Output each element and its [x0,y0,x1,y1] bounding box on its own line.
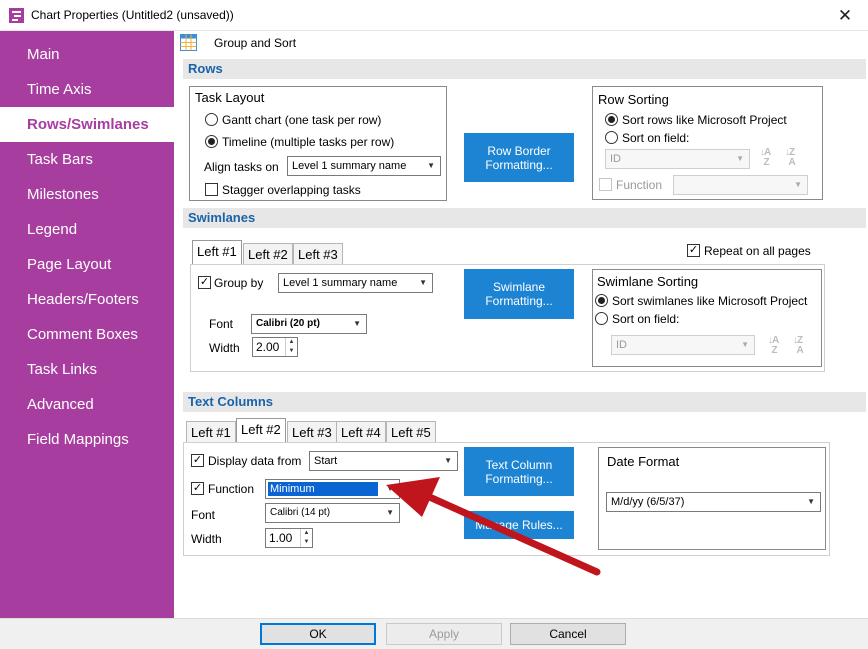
group-by-label: Group by [214,276,264,290]
sidebar-item-main[interactable]: Main [0,37,174,72]
display-data-select[interactable]: Start ▼ [309,451,458,471]
function-selected-value: Minimum [268,482,378,496]
group-by-checkbox[interactable]: ✓ [198,276,211,289]
sort-ascending-icon[interactable]: ↓A Z [768,336,779,356]
textcol-width-label: Width [191,532,222,546]
text-column-formatting-button[interactable]: Text Column Formatting... [464,447,574,496]
textcol-tab-left4[interactable]: Left #4 [336,421,386,443]
chevron-down-icon: ▼ [386,484,394,493]
sidebar-item-headers-footers[interactable]: Headers/Footers [0,282,174,317]
app-icon [9,8,24,23]
chevron-down-icon: ▼ [427,161,435,170]
sidebar-item-field-mappings[interactable]: Field Mappings [0,422,174,457]
chevron-down-icon: ▼ [353,319,361,328]
ok-button[interactable]: OK [260,623,376,645]
sidebar-item-legend[interactable]: Legend [0,212,174,247]
textcol-tab-left1[interactable]: Left #1 [186,421,236,443]
chevron-down-icon: ▼ [419,278,427,287]
sort-rows-project-radio[interactable] [605,113,618,126]
timeline-label: Timeline (multiple tasks per row) [222,135,395,149]
date-format-title: Date Format [607,454,680,469]
sort-ascending-icon[interactable]: ↓A Z [760,148,771,168]
sidebar-item-page-layout[interactable]: Page Layout [0,247,174,282]
chevron-down-icon: ▼ [736,154,744,163]
sort-swimlanes-field-radio[interactable] [595,312,608,325]
gantt-label: Gantt chart (one task per row) [222,113,382,127]
swimlane-font-label: Font [209,317,234,331]
chevron-down-icon: ▼ [444,456,452,465]
sort-rows-project-label: Sort rows like Microsoft Project [622,113,787,127]
textcol-tab-left3[interactable]: Left #3 [287,421,337,443]
sort-swimlanes-project-radio[interactable] [595,294,608,307]
sort-rows-field-radio[interactable] [605,131,618,144]
group-sort-label[interactable]: Group and Sort [214,36,296,50]
date-format-select[interactable]: M/d/yy (6/5/37) ▼ [606,492,821,512]
row-sort-field-select[interactable]: ID ▼ [605,149,750,169]
textcol-tab-left2[interactable]: Left #2 [236,418,286,442]
stepper-arrows-icon[interactable]: ▲ ▼ [300,529,312,547]
timeline-radio[interactable] [205,135,218,148]
rows-header: Rows [183,59,866,79]
sidebar-item-rows-swimlanes[interactable]: Rows/Swimlanes [0,107,174,142]
gantt-radio[interactable] [205,113,218,126]
sort-descending-icon[interactable]: ↓Z A [785,148,796,168]
chevron-down-icon: ▼ [741,340,749,349]
sidebar-item-time-axis[interactable]: Time Axis [0,72,174,107]
sort-descending-icon[interactable]: ↓Z A [793,336,804,356]
textcol-tab-left5[interactable]: Left #5 [386,421,436,443]
chevron-down-icon: ▼ [794,180,802,189]
row-function-select[interactable]: ▼ [673,175,808,195]
sort-rows-field-label: Sort on field: [622,131,690,145]
chevron-down-icon: ▼ [386,508,394,517]
textcol-font-label: Font [191,508,216,522]
align-tasks-select[interactable]: Level 1 summary name ▼ [287,156,441,176]
sidebar-item-task-bars[interactable]: Task Bars [0,142,174,177]
window-title: Chart Properties (Untitled2 (unsaved)) [31,8,234,22]
display-data-label: Display data from [208,454,302,468]
display-data-checkbox[interactable]: ✓ [191,454,204,467]
swimlane-width-stepper[interactable]: 2.00 ▲ ▼ [252,337,298,357]
repeat-all-pages-label: Repeat on all pages [704,244,811,258]
swimlane-width-label: Width [209,341,240,355]
function-select[interactable]: Minimum ▼ [265,479,400,499]
group-by-select[interactable]: Level 1 summary name ▼ [278,273,433,293]
swimlane-sort-field-select[interactable]: ID ▼ [611,335,755,355]
repeat-all-pages-checkbox[interactable]: ✓ [687,244,700,257]
stagger-label: Stagger overlapping tasks [222,183,361,197]
task-layout-title: Task Layout [195,90,265,105]
function-label: Function [208,482,255,496]
sidebar: Main Time Axis Rows/Swimlanes Task Bars … [0,31,174,618]
manage-rules-button[interactable]: Manage Rules... [464,511,574,539]
swimlane-tab-left1[interactable]: Left #1 [192,240,242,264]
sidebar-item-advanced[interactable]: Advanced [0,387,174,422]
stepper-arrows-icon[interactable]: ▲ ▼ [285,338,297,356]
align-tasks-label: Align tasks on [204,160,279,174]
chevron-down-icon: ▼ [807,497,815,506]
swimlanes-header: Swimlanes [183,208,866,228]
swimlane-tab-left3[interactable]: Left #3 [293,243,343,265]
text-columns-header: Text Columns [183,392,866,412]
row-function-label: Function [616,178,663,192]
sidebar-item-comment-boxes[interactable]: Comment Boxes [0,317,174,352]
textcol-width-stepper[interactable]: 1.00 ▲ ▼ [265,528,313,548]
apply-button[interactable]: Apply [386,623,502,645]
swimlane-formatting-button[interactable]: Swimlane Formatting... [464,269,574,319]
sidebar-item-task-links[interactable]: Task Links [0,352,174,387]
stagger-checkbox[interactable] [205,183,218,196]
close-icon[interactable]: ✕ [825,3,865,29]
swimlane-font-select[interactable]: Calibri (20 pt) ▼ [251,314,367,334]
sort-swimlanes-project-label: Sort swimlanes like Microsoft Project [612,294,808,308]
row-sorting-title: Row Sorting [598,92,669,107]
sort-swimlanes-field-label: Sort on field: [612,312,680,326]
sidebar-item-milestones[interactable]: Milestones [0,177,174,212]
cancel-button[interactable]: Cancel [510,623,626,645]
textcol-font-select[interactable]: Calibri (14 pt) ▼ [265,503,400,523]
row-border-formatting-button[interactable]: Row Border Formatting... [464,133,574,182]
swimlane-tab-left2[interactable]: Left #2 [243,243,293,265]
row-function-checkbox[interactable] [599,178,612,191]
swimlane-sorting-title: Swimlane Sorting [597,274,699,289]
function-checkbox[interactable]: ✓ [191,482,204,495]
grid-icon [180,34,197,51]
